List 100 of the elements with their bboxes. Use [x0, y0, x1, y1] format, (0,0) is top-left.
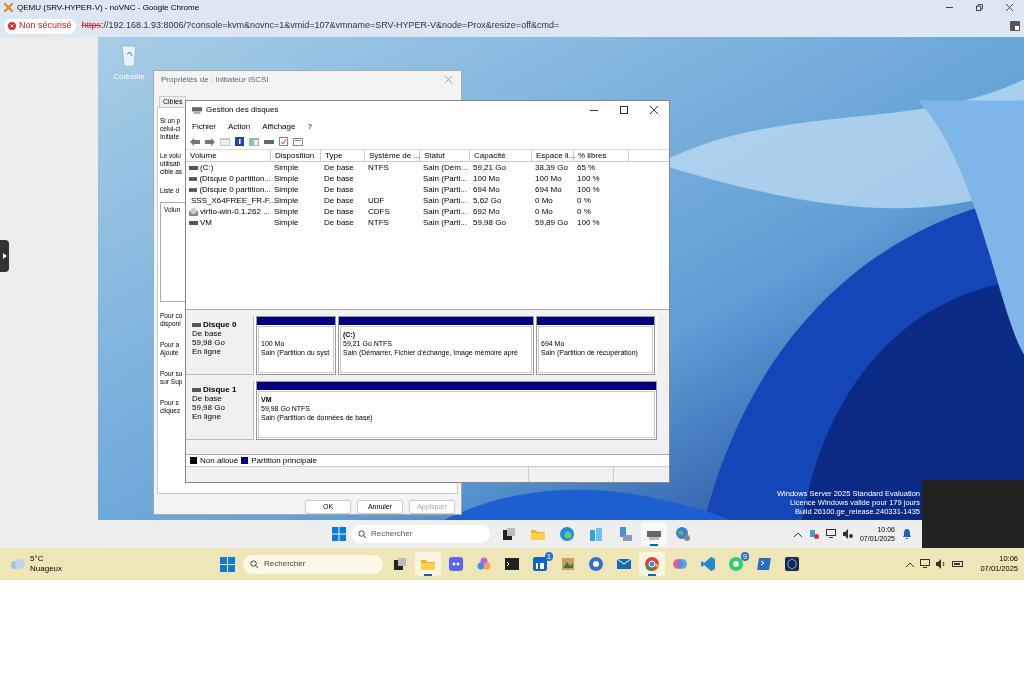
- disk-info: De base: [192, 329, 223, 338]
- close-icon: [650, 106, 658, 114]
- table-cell: (C:): [200, 162, 214, 173]
- table-cell: 694 Mo: [473, 184, 500, 195]
- column-header[interactable]: % libres: [574, 150, 629, 161]
- menu-item[interactable]: Action: [228, 120, 251, 133]
- disk-info: De base: [192, 394, 223, 403]
- table-cell: 0 Mo: [535, 195, 553, 206]
- table-cell: Sain (Parti...: [423, 195, 467, 206]
- table-cell: De base: [324, 206, 354, 217]
- column-header[interactable]: Statut: [420, 150, 470, 161]
- table-cell: Simple: [274, 206, 299, 217]
- window-title: QEMU (SRV-HYPER-V) - noVNC - Google Chrome: [17, 1, 200, 14]
- optical-drive-icon: [189, 207, 198, 216]
- game-controller-icon: [448, 556, 464, 572]
- hexagon-app-icon: [784, 556, 800, 572]
- table-cell: (Disque 0 partition...: [199, 173, 271, 184]
- table-cell: De base: [324, 162, 354, 173]
- column-header[interactable]: Système de ...: [365, 150, 420, 161]
- monitor-icon[interactable]: [825, 529, 836, 539]
- app-logo-icon: [4, 3, 13, 12]
- task-view-icon: [501, 526, 517, 542]
- legend-label: Non alloué: [200, 454, 239, 467]
- table-cell: 100 %: [577, 217, 600, 228]
- table-cell: Sain (Parti...: [423, 206, 467, 217]
- search-field[interactable]: Rechercher: [351, 525, 490, 543]
- checklist-icon[interactable]: [279, 137, 288, 146]
- back-arrow-icon[interactable]: [190, 137, 200, 146]
- monitor-icon[interactable]: [920, 559, 931, 569]
- table-cell: virtio-win-0.1.262 ...: [200, 206, 270, 217]
- start-icon[interactable]: [332, 527, 346, 541]
- bell-icon[interactable]: [902, 529, 912, 539]
- browser-icon: [588, 556, 604, 572]
- task-view-icon: [392, 556, 408, 572]
- mail-icon: [616, 556, 632, 572]
- table-cell: UDF: [368, 195, 385, 206]
- speaker-icon[interactable]: [936, 559, 947, 569]
- disk-label-panel[interactable]: Disque 1 De base 59,98 Go En ligne: [186, 381, 254, 440]
- restore-icon: [975, 4, 983, 11]
- weather-condition: Nuageux: [30, 564, 63, 574]
- legend-label: Partition principale: [251, 454, 318, 467]
- chevron-right-icon: [2, 253, 7, 259]
- chat-phone-icon: [728, 556, 744, 572]
- terminal-icon: [504, 556, 520, 572]
- properties-icon[interactable]: [293, 137, 303, 146]
- table-cell: 59,21 Go: [473, 162, 506, 173]
- server-icon: [617, 526, 633, 542]
- table-cell: 59,98 Go: [473, 217, 506, 228]
- column-header[interactable]: Disposition: [271, 150, 321, 161]
- menu-item[interactable]: ?: [307, 120, 312, 133]
- help-icon[interactable]: [235, 137, 244, 146]
- table-cell: 38,39 Go: [535, 162, 568, 173]
- table-cell: NTFS: [368, 217, 389, 228]
- flower-icon: [476, 556, 492, 572]
- chevron-up-icon[interactable]: [793, 531, 802, 537]
- disk-name: Disque 0: [203, 320, 237, 329]
- network-icon[interactable]: [808, 529, 819, 539]
- disk-drive-icon: [192, 106, 202, 114]
- translate-icon[interactable]: [1010, 21, 1020, 31]
- chevron-up-icon[interactable]: [906, 561, 915, 567]
- wave-browser-icon: [559, 526, 575, 542]
- table-cell: 692 Mo: [473, 206, 500, 217]
- table-cell: 0 Mo: [535, 206, 553, 217]
- table-cell: 694 Mo: [535, 184, 562, 195]
- table-cell: Sain (Parti...: [423, 184, 467, 195]
- social-network-icon: [532, 556, 548, 572]
- sidebar-handle[interactable]: [0, 240, 9, 272]
- browser-icon: [644, 556, 660, 572]
- address-bar[interactable]: https://192.168.1.93:8006/?console=kvm&novnc=1&vmid=107&vmname=SRV-HYPER-V&node=Prox&resize=off&cmd=: [81, 18, 1004, 34]
- table-cell: Simple: [274, 173, 299, 184]
- start-icon[interactable]: [220, 556, 235, 572]
- column-header[interactable]: Espace li...: [532, 150, 574, 161]
- disk-info: 59,98 Go: [192, 338, 226, 347]
- table-cell: 0 %: [577, 195, 591, 206]
- muted-speaker-icon[interactable]: [842, 529, 853, 539]
- disk-name: Disque 1: [203, 385, 237, 394]
- minimize-icon: [945, 7, 953, 8]
- maximize-icon: [620, 106, 628, 114]
- dialog-title: Propriétés de : Initiateur iSCSI: [161, 73, 269, 86]
- column-header[interactable]: Capacité: [470, 150, 532, 161]
- table-cell: Sain (Dém...: [423, 162, 468, 173]
- disk-info: En ligne: [192, 347, 222, 356]
- buildings-icon: [588, 526, 604, 542]
- forward-arrow-icon[interactable]: [205, 137, 215, 146]
- desktop-icon-label: Corbeille: [113, 71, 145, 83]
- table-cell: 100 %: [577, 173, 600, 184]
- battery-icon[interactable]: [952, 561, 965, 567]
- disk-info: 59,98 Go: [192, 403, 226, 412]
- table-cell: 100 Mo: [535, 173, 562, 184]
- menu-item[interactable]: Fichier: [192, 120, 216, 133]
- table-cell: De base: [324, 184, 354, 195]
- table-cell: 100 Mo: [473, 173, 500, 184]
- column-header[interactable]: Volume: [186, 150, 271, 161]
- disk-label-panel[interactable]: Disque 0 De base 59,98 Go En ligne: [186, 316, 254, 375]
- menu-item[interactable]: Affichage: [262, 120, 296, 133]
- search-field[interactable]: Rechercher: [243, 554, 383, 574]
- security-chip[interactable]: Non sécurisé: [4, 18, 76, 34]
- disk-info: En ligne: [192, 412, 222, 421]
- column-header[interactable]: Type: [321, 150, 365, 161]
- table-cell: Simple: [274, 195, 299, 206]
